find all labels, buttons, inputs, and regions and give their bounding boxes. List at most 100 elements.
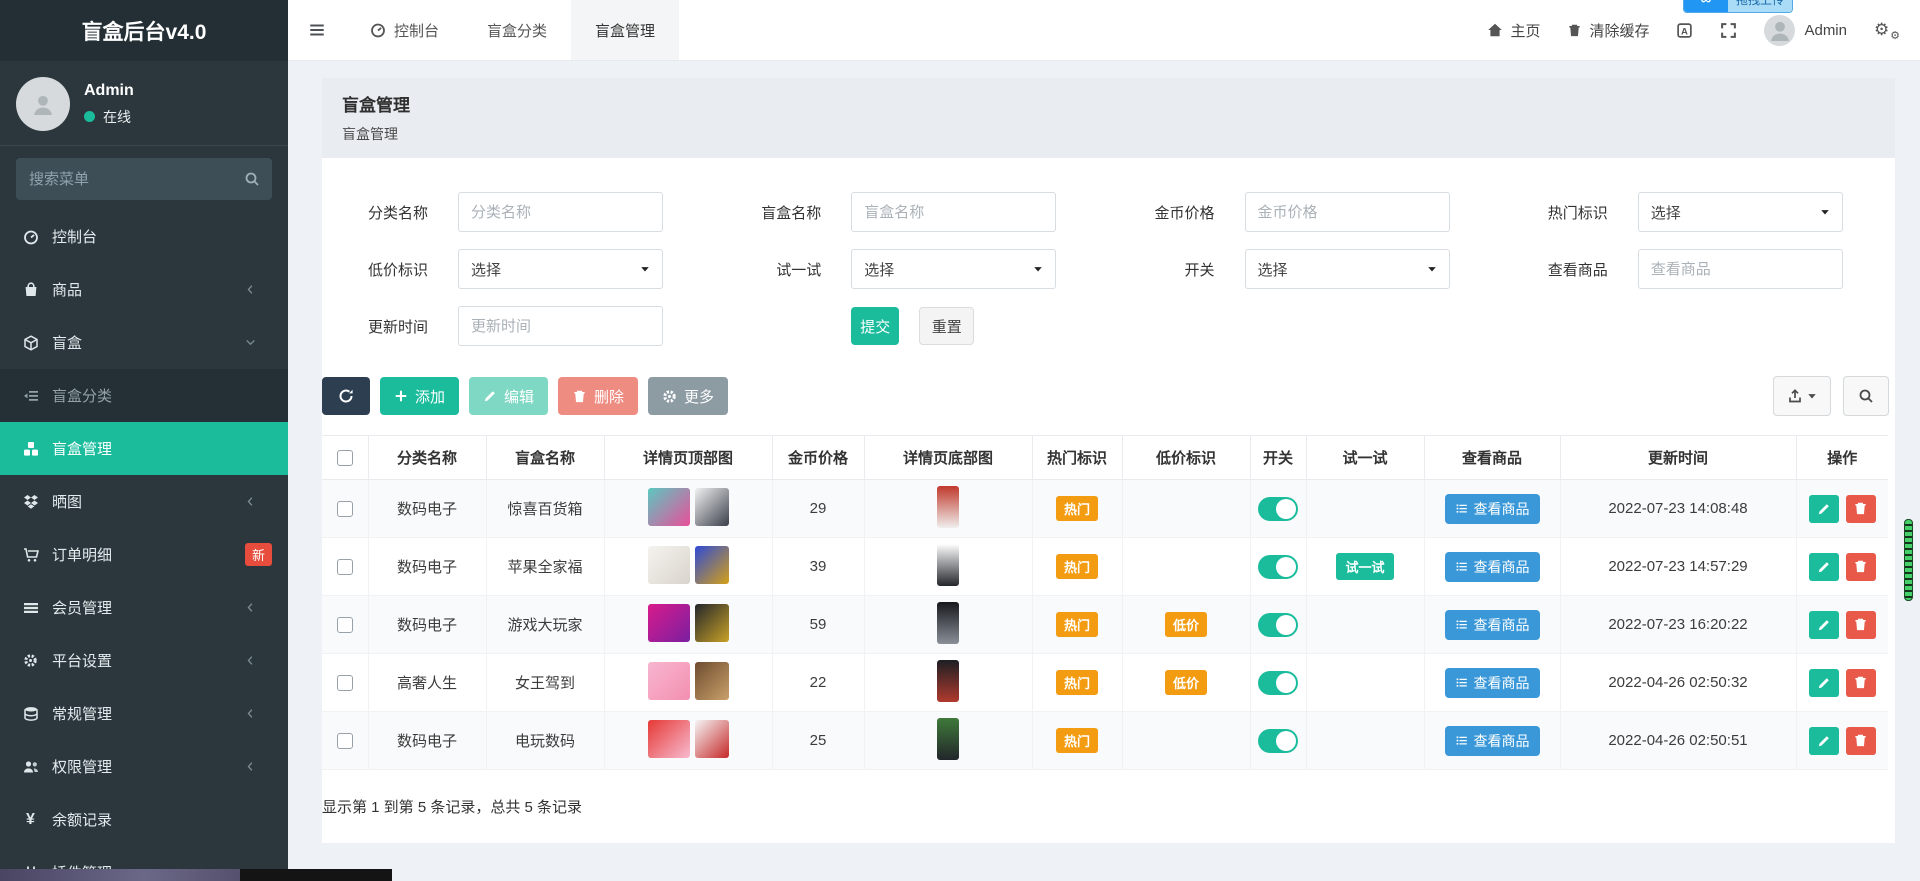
price-filter-input[interactable] bbox=[1244, 192, 1450, 232]
tab-盲盒管理[interactable]: 盲盒管理 bbox=[571, 0, 680, 60]
tab-控制台[interactable]: 控制台 bbox=[346, 0, 463, 60]
submit-button[interactable]: 提交 bbox=[851, 307, 900, 345]
detail-top-image bbox=[694, 545, 729, 584]
edit-button[interactable]: 编辑 bbox=[469, 377, 549, 415]
sidebar-item-5[interactable]: 晒图 bbox=[0, 475, 288, 528]
search-icon bbox=[1858, 388, 1874, 404]
list-icon bbox=[1455, 734, 1468, 747]
select-all-checkbox[interactable] bbox=[336, 450, 353, 467]
low-filter-select[interactable]: 选择 bbox=[458, 249, 663, 289]
row-checkbox[interactable] bbox=[336, 733, 353, 750]
language-button[interactable]: A bbox=[1676, 22, 1693, 39]
column-header: 操作 bbox=[1796, 435, 1888, 480]
row-delete-button[interactable] bbox=[1845, 610, 1876, 639]
sidebar-item-9[interactable]: 常规管理 bbox=[0, 687, 288, 740]
hot-filter-select[interactable]: 选择 bbox=[1637, 192, 1843, 232]
switch-toggle[interactable] bbox=[1258, 496, 1298, 521]
box-icon bbox=[22, 494, 39, 510]
low-price-badge: 低价 bbox=[1164, 612, 1207, 637]
sidebar-item-11[interactable]: ¥ 余额记录 bbox=[0, 793, 288, 846]
sidebar-toggle-button[interactable] bbox=[288, 0, 346, 60]
view-goods-button[interactable]: 查看商品 bbox=[1444, 551, 1540, 582]
name-filter-input[interactable] bbox=[851, 192, 1057, 232]
category-filter-input[interactable] bbox=[458, 192, 663, 232]
tab-盲盒分类[interactable]: 盲盒分类 bbox=[463, 0, 571, 60]
row-edit-button[interactable] bbox=[1808, 668, 1839, 697]
cell-updated-time: 2022-07-23 16:20:22 bbox=[1560, 595, 1797, 654]
sidebar-item-3[interactable]: 盲盒分类 bbox=[0, 369, 288, 422]
home-link[interactable]: 主页 bbox=[1487, 20, 1540, 41]
cell-category: 数码电子 bbox=[368, 595, 487, 654]
row-checkbox[interactable] bbox=[336, 559, 353, 576]
user-menu[interactable]: Admin bbox=[1764, 14, 1847, 46]
view-goods-button[interactable]: 查看商品 bbox=[1444, 609, 1540, 640]
nav-tabs: 控制台 盲盒分类 盲盒管理 bbox=[346, 0, 680, 60]
clear-cache-link[interactable]: 清除缓存 bbox=[1567, 20, 1649, 41]
name-filter-label: 盲盒名称 bbox=[761, 204, 822, 222]
bag-icon bbox=[22, 281, 39, 298]
detail-top-image bbox=[694, 487, 729, 526]
goods-filter-input[interactable] bbox=[1637, 249, 1843, 289]
list-icon bbox=[1455, 676, 1468, 689]
row-delete-button[interactable] bbox=[1845, 552, 1876, 581]
switch-filter-select[interactable]: 选择 bbox=[1244, 249, 1450, 289]
switch-toggle[interactable] bbox=[1258, 670, 1298, 695]
row-checkbox[interactable] bbox=[336, 675, 353, 692]
chevron-left-icon bbox=[242, 496, 259, 507]
sidebar-item-7[interactable]: 会员管理 bbox=[0, 581, 288, 634]
view-goods-button[interactable]: 查看商品 bbox=[1444, 493, 1540, 524]
add-button[interactable]: 添加 bbox=[380, 377, 460, 415]
sidebar-item-0[interactable]: 控制台 bbox=[0, 210, 288, 263]
sidebar-item-8[interactable]: 平台设置 bbox=[0, 634, 288, 687]
column-header: 热门标识 bbox=[1032, 435, 1123, 480]
fullscreen-button[interactable] bbox=[1720, 22, 1737, 39]
row-delete-button[interactable] bbox=[1845, 668, 1876, 697]
view-goods-button[interactable]: 查看商品 bbox=[1444, 667, 1540, 698]
sidebar-item-1[interactable]: 商品 bbox=[0, 263, 288, 316]
try-filter-select[interactable]: 选择 bbox=[851, 249, 1057, 289]
view-goods-button[interactable]: 查看商品 bbox=[1444, 725, 1540, 756]
reset-button[interactable]: 重置 bbox=[919, 307, 975, 345]
switch-toggle[interactable] bbox=[1258, 554, 1298, 579]
time-filter-input[interactable] bbox=[458, 306, 663, 346]
row-edit-button[interactable] bbox=[1808, 552, 1839, 581]
list-icon bbox=[22, 388, 39, 404]
trash-icon bbox=[1853, 559, 1868, 574]
sidebar-item-label: 权限管理 bbox=[52, 759, 113, 776]
sidebar-item-4[interactable]: 盲盒管理 bbox=[0, 422, 288, 475]
caret-down-icon bbox=[1820, 207, 1830, 217]
plus-icon bbox=[394, 389, 408, 403]
row-checkbox[interactable] bbox=[336, 501, 353, 518]
low-price-badge: 低价 bbox=[1164, 670, 1207, 695]
row-edit-button[interactable] bbox=[1808, 494, 1839, 523]
refresh-button[interactable] bbox=[322, 377, 370, 415]
export-button[interactable] bbox=[1773, 376, 1831, 416]
more-button[interactable]: 更多 bbox=[648, 377, 729, 415]
search-toggle-button[interactable] bbox=[1843, 376, 1889, 416]
cell-price: 39 bbox=[772, 537, 865, 596]
list-icon bbox=[1455, 560, 1468, 573]
row-checkbox[interactable] bbox=[336, 617, 353, 634]
settings-button[interactable]: ⚙ ⚙ bbox=[1874, 20, 1900, 42]
row-delete-button[interactable] bbox=[1845, 726, 1876, 755]
page-scrollbar[interactable] bbox=[1904, 519, 1913, 601]
sidebar-menu: 控制台 商品 盲盒 盲盒分类 盲盒管理 晒图 订单明细 新会员管理 平台设置 常规管理权限管理 ¥ 余… bbox=[0, 210, 288, 881]
pencil-icon bbox=[1817, 618, 1831, 632]
hot-badge: 热门 bbox=[1055, 670, 1098, 695]
row-edit-button[interactable] bbox=[1808, 726, 1839, 755]
cell-top-images bbox=[604, 537, 773, 596]
switch-toggle[interactable] bbox=[1258, 728, 1298, 753]
pencil-icon bbox=[1817, 676, 1831, 690]
refresh-icon bbox=[338, 388, 354, 404]
sidebar-item-6[interactable]: 订单明细 新 bbox=[0, 528, 288, 581]
row-edit-button[interactable] bbox=[1808, 610, 1839, 639]
delete-button[interactable]: 删除 bbox=[558, 377, 639, 415]
content-panel: 分类名称 盲盒名称 金币价格 热门标识选择 低价标识选择 试一试选择 开关选择 … bbox=[322, 158, 1895, 843]
row-delete-button[interactable] bbox=[1845, 494, 1876, 523]
switch-toggle[interactable] bbox=[1258, 612, 1298, 637]
drag-upload-chip[interactable]: ∞ 拖拽上传 bbox=[1683, 0, 1793, 13]
sidebar-item-10[interactable]: 权限管理 bbox=[0, 740, 288, 793]
sidebar-item-2[interactable]: 盲盒 bbox=[0, 316, 288, 369]
sidebar-search-input[interactable] bbox=[16, 158, 272, 200]
cell-updated-time: 2022-04-26 02:50:32 bbox=[1560, 653, 1797, 712]
